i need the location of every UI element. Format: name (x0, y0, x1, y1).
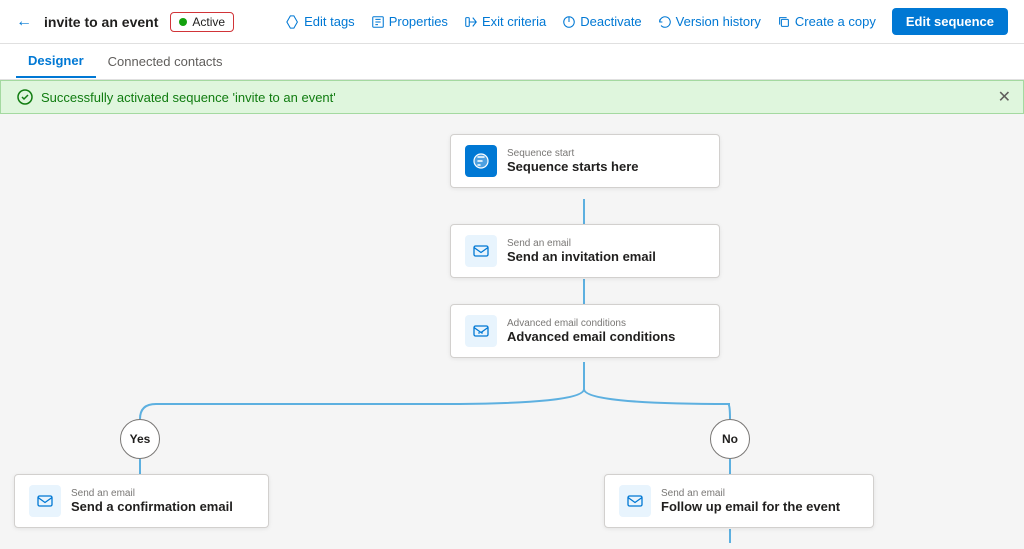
success-banner: Successfully activated sequence 'invite … (0, 80, 1024, 114)
sequence-start-icon (465, 145, 497, 177)
header-actions: Edit tags Properties Exit criteria Deact… (286, 8, 1008, 35)
edit-sequence-button[interactable]: Edit sequence (892, 8, 1008, 35)
send-confirmation-content: Send an email Send a confirmation email (71, 488, 233, 514)
status-label: Active (192, 15, 225, 29)
status-dot (179, 18, 187, 26)
advanced-conditions-1-title: Advanced email conditions (507, 329, 675, 344)
sequence-start-content: Sequence start Sequence starts here (507, 148, 639, 174)
send-confirmation-title: Send a confirmation email (71, 499, 233, 514)
exit-criteria-icon (464, 15, 478, 29)
history-icon (658, 15, 672, 29)
send-followup-content: Send an email Follow up email for the ev… (661, 488, 840, 514)
canvas: Sequence start Sequence starts here Send… (0, 114, 1024, 543)
tabs-bar: Designer Connected contacts (0, 44, 1024, 80)
exit-criteria-action[interactable]: Exit criteria (464, 14, 546, 29)
send-email-1-type: Send an email (507, 238, 656, 249)
node-send-followup[interactable]: Send an email Follow up email for the ev… (604, 474, 874, 528)
send-followup-title: Follow up email for the event (661, 499, 840, 514)
status-badge: Active (170, 12, 234, 32)
send-followup-icon (619, 485, 651, 517)
version-history-action[interactable]: Version history (658, 14, 761, 29)
send-confirmation-icon (29, 485, 61, 517)
sequence-start-type: Sequence start (507, 148, 639, 159)
no-label: No (710, 419, 750, 459)
tab-designer[interactable]: Designer (16, 45, 96, 78)
copy-icon (777, 15, 791, 29)
send-email-1-icon (465, 235, 497, 267)
page-title: invite to an event (44, 14, 158, 30)
advanced-conditions-1-type: Advanced email conditions (507, 318, 675, 329)
yes-label: Yes (120, 419, 160, 459)
advanced-conditions-1-icon (465, 315, 497, 347)
properties-icon (371, 15, 385, 29)
advanced-conditions-1-content: Advanced email conditions Advanced email… (507, 318, 675, 344)
success-icon (17, 89, 33, 105)
send-email-1-content: Send an email Send an invitation email (507, 238, 656, 264)
deactivate-icon (562, 15, 576, 29)
node-sequence-start[interactable]: Sequence start Sequence starts here (450, 134, 720, 188)
send-followup-type: Send an email (661, 488, 840, 499)
back-button[interactable]: ← (16, 13, 32, 31)
send-confirmation-type: Send an email (71, 488, 233, 499)
deactivate-action[interactable]: Deactivate (562, 14, 641, 29)
node-send-email-1[interactable]: Send an email Send an invitation email (450, 224, 720, 278)
node-advanced-conditions-1[interactable]: Advanced email conditions Advanced email… (450, 304, 720, 358)
sequence-start-title: Sequence starts here (507, 159, 639, 174)
properties-action[interactable]: Properties (371, 14, 448, 29)
banner-text: Successfully activated sequence 'invite … (41, 90, 336, 105)
tab-connected-contacts[interactable]: Connected contacts (96, 46, 235, 77)
header: ← invite to an event Active Edit tags Pr… (0, 0, 1024, 44)
edit-tags-action[interactable]: Edit tags (286, 14, 355, 29)
tag-icon (286, 15, 300, 29)
node-send-confirmation[interactable]: Send an email Send a confirmation email (14, 474, 269, 528)
create-copy-action[interactable]: Create a copy (777, 14, 876, 29)
send-email-1-title: Send an invitation email (507, 249, 656, 264)
close-banner-button[interactable]: ✕ (998, 87, 1011, 107)
